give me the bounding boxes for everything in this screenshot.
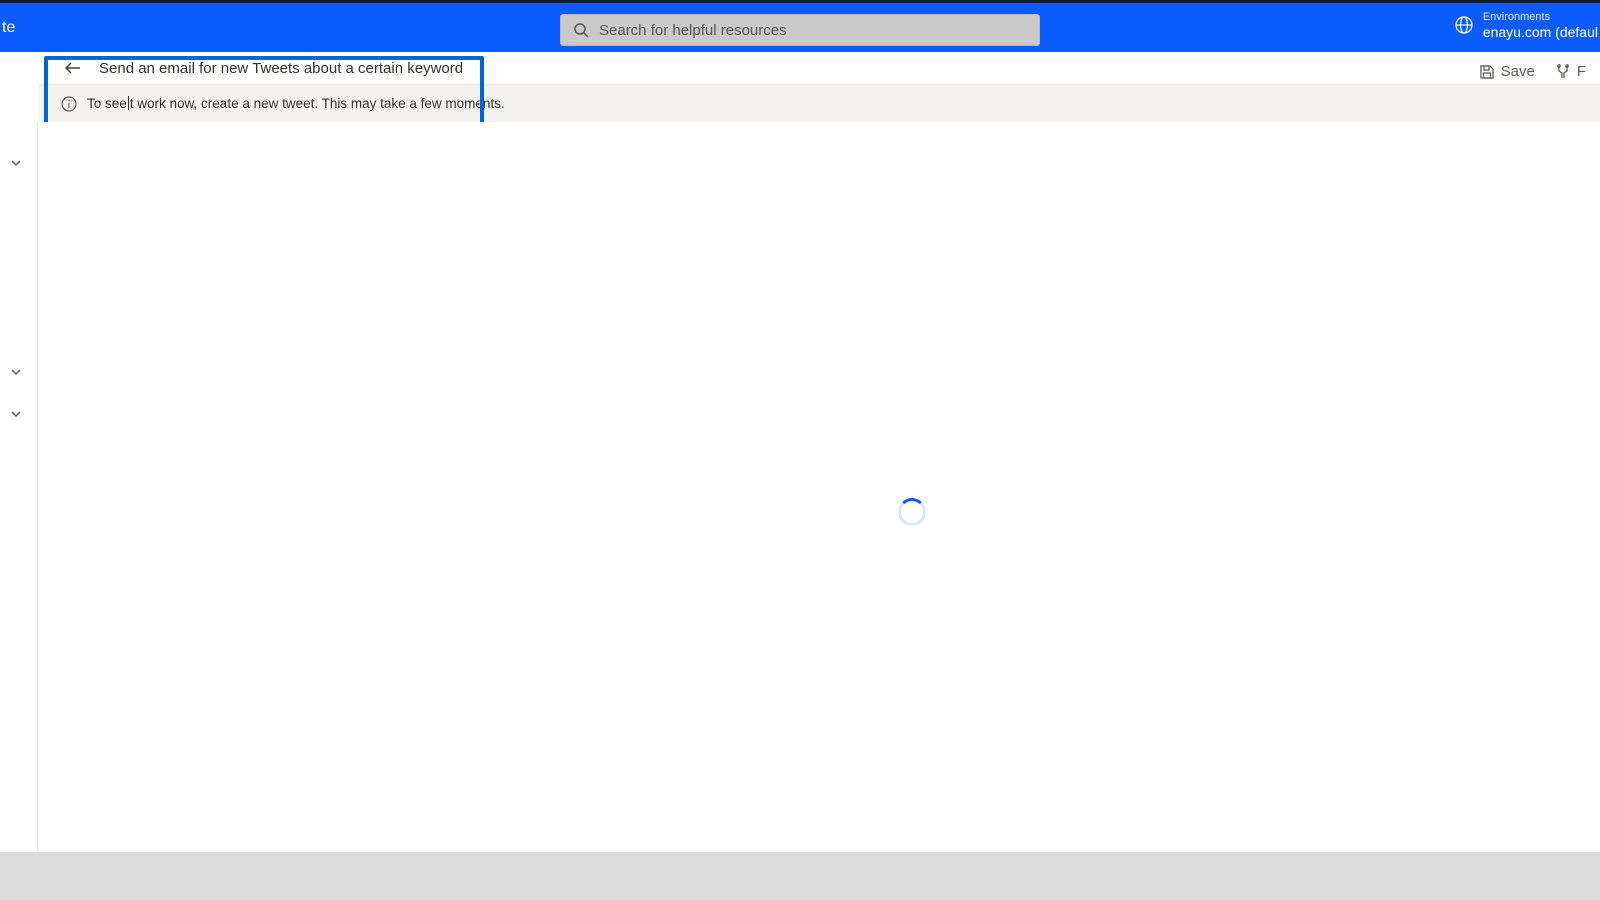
text-cursor <box>128 96 129 110</box>
app-header: te Environments enayu.com (defaul <box>0 3 1600 52</box>
bottom-band <box>0 852 1600 900</box>
info-icon <box>61 96 77 112</box>
info-text-before: To see <box>87 96 127 111</box>
arrow-left-icon <box>64 59 82 77</box>
brand-text-fragment: te <box>0 19 15 37</box>
environment-text: Environments enayu.com (defaul <box>1483 11 1598 40</box>
chevron-down-icon[interactable] <box>10 157 22 169</box>
environment-label: Environments <box>1483 11 1598 24</box>
chevron-down-icon[interactable] <box>10 366 22 378</box>
info-text: To seet work now, create a new tweet. Th… <box>87 96 505 111</box>
environment-name: enayu.com (defaul <box>1483 24 1598 40</box>
environment-picker[interactable]: Environments enayu.com (defaul <box>1455 11 1598 40</box>
save-label: Save <box>1501 63 1535 80</box>
info-text-after: t work now, create a new tweet. This may… <box>130 96 505 111</box>
spinner-icon <box>898 498 926 526</box>
search-input[interactable] <box>599 22 1027 39</box>
globe-icon <box>1455 16 1473 34</box>
flow-title[interactable]: Send an email for new Tweets about a cer… <box>99 60 463 77</box>
flow-titlebar: Send an email for new Tweets about a cer… <box>39 52 1600 84</box>
save-icon <box>1479 64 1495 80</box>
flow-checker-button[interactable]: F <box>1547 59 1594 84</box>
left-rail-sliver <box>0 122 38 900</box>
flow-checker-label-fragment: F <box>1577 63 1586 80</box>
designer-canvas[interactable] <box>38 122 1600 900</box>
back-button[interactable] <box>61 56 85 80</box>
flow-checker-icon <box>1555 64 1571 80</box>
info-bar: To seet work now, create a new tweet. Th… <box>39 84 1600 122</box>
title-actions: Save F <box>1471 59 1594 84</box>
search-icon <box>573 22 589 38</box>
chevron-down-icon[interactable] <box>10 408 22 420</box>
search-box[interactable] <box>560 14 1040 46</box>
loading-spinner <box>898 498 926 526</box>
save-button[interactable]: Save <box>1471 59 1543 84</box>
